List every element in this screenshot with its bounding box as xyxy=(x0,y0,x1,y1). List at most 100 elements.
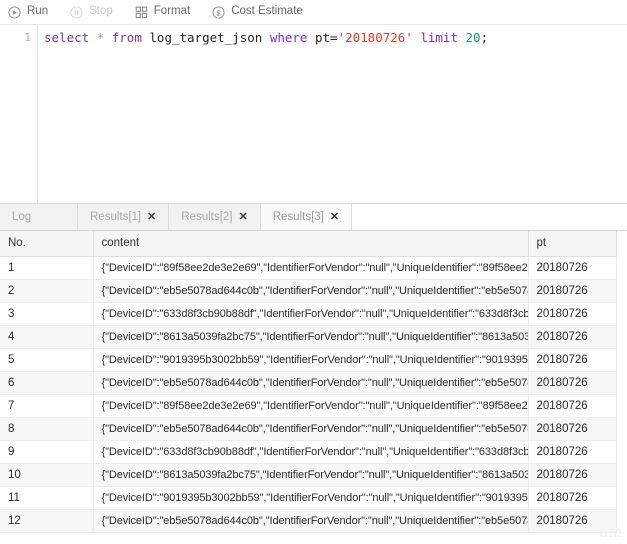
sql-token-punct: ; xyxy=(480,30,489,45)
editor-toolbar: Run Stop Format $ Cost Estimate xyxy=(0,0,627,25)
format-button-label: Format xyxy=(153,5,191,18)
cell-content: {"DeviceID":"8613a5039fa2bc75","Identifi… xyxy=(93,325,529,349)
cell-pt: 20180726 xyxy=(528,256,617,280)
table-row[interactable]: 9 {"DeviceID":"633d8f3cb90b88df","Identif… xyxy=(0,440,617,464)
table-row[interactable]: 7 {"DeviceID":"89f58ee2de3e2e69","Identif… xyxy=(0,394,617,418)
cell-content: {"DeviceID":"9019395b3002bb59","Identifi… xyxy=(93,486,529,510)
column-header-pt[interactable]: pt xyxy=(528,231,617,257)
table-row[interactable]: 4 {"DeviceID":"8613a5039fa2bc75","Identif… xyxy=(0,325,617,349)
table-row[interactable]: 6 {"DeviceID":"eb5e5078ad644c0b","Identif… xyxy=(0,371,617,395)
cell-pt: 20180726 xyxy=(528,509,617,533)
cell-pt: 20180726 xyxy=(528,486,617,510)
svg-text:$: $ xyxy=(217,8,221,17)
cell-pt: 20180726 xyxy=(528,302,617,326)
cell-no: 5 xyxy=(0,348,94,372)
cell-content: {"DeviceID":"89f58ee2de3e2e69","Identifi… xyxy=(93,394,529,418)
tab-label: Results[3] xyxy=(272,211,324,223)
table-row[interactable]: 8 {"DeviceID":"eb5e5078ad644c0b","Identif… xyxy=(0,417,617,441)
results-table-body: 1 {"DeviceID":"89f58ee2de3e2e69","Identif… xyxy=(0,256,617,533)
dollar-circle-icon: $ xyxy=(212,5,225,19)
cell-pt: 20180726 xyxy=(528,371,617,395)
cell-pt: 20180726 xyxy=(528,279,617,303)
table-row[interactable]: 3 {"DeviceID":"633d8f3cb90b88df","Identif… xyxy=(0,302,617,326)
play-circle-icon xyxy=(8,5,21,19)
tab-results2[interactable]: Results[2] ✕ xyxy=(169,204,261,230)
results-panel[interactable]: No. content pt 1 {"DeviceID":"89f58ee2de3… xyxy=(0,231,627,544)
sql-token-plain xyxy=(262,30,270,45)
stop-button[interactable]: Stop xyxy=(70,6,113,19)
line-number: 1 xyxy=(24,31,31,44)
pause-circle-icon xyxy=(70,5,83,19)
sql-token-keyword: limit xyxy=(420,30,458,45)
sql-console-window: Run Stop Format $ Cost Estimate 1 select… xyxy=(0,0,627,544)
sql-token-string: '20180726' xyxy=(337,30,413,45)
cell-no: 11 xyxy=(0,486,94,510)
cell-pt: 20180726 xyxy=(528,463,617,487)
table-row[interactable]: 5 {"DeviceID":"9019395b3002bb59","Identif… xyxy=(0,348,617,372)
results-tabbar: Log Results[1] ✕ Results[2] ✕ Results[3] ✕ xyxy=(0,203,627,231)
sql-editor[interactable]: 1 select * from log_target_json where pt… xyxy=(0,25,627,203)
tab-label: Results[2] xyxy=(181,211,233,223)
cell-no: 10 xyxy=(0,463,94,487)
cell-pt: 20180726 xyxy=(528,417,617,441)
cost-estimate-button[interactable]: $ Cost Estimate xyxy=(212,6,303,19)
tab-close-icon[interactable]: ✕ xyxy=(239,211,248,223)
cell-no: 7 xyxy=(0,394,94,418)
sql-token-plain xyxy=(104,30,112,45)
cell-content: {"DeviceID":"633d8f3cb90b88df","Identifi… xyxy=(93,440,529,464)
cell-no: 8 xyxy=(0,417,94,441)
table-row[interactable]: 1 {"DeviceID":"89f58ee2de3e2e69","Identif… xyxy=(0,256,617,280)
stop-button-label: Stop xyxy=(89,5,113,18)
cost-estimate-button-label: Cost Estimate xyxy=(231,5,303,18)
sql-token-keyword: from xyxy=(111,30,142,45)
sql-token-keyword: select xyxy=(44,30,90,45)
run-button-label: Run xyxy=(27,5,49,18)
editor-code-area[interactable]: select * from log_target_json where pt='… xyxy=(38,25,627,203)
table-row[interactable]: 12 {"DeviceID":"eb5e5078ad644c0b","Identi… xyxy=(0,509,617,533)
cell-no: 4 xyxy=(0,325,94,349)
tab-results3[interactable]: Results[3] ✕ xyxy=(260,204,353,230)
cell-content: {"DeviceID":"eb5e5078ad644c0b","Identifi… xyxy=(93,417,529,441)
tab-label: Results[1] xyxy=(90,211,142,223)
column-header-no[interactable]: No. xyxy=(0,231,94,257)
tab-close-icon[interactable]: ✕ xyxy=(147,211,156,223)
tabbar-filler xyxy=(352,204,627,230)
column-header-content[interactable]: content xyxy=(93,231,529,257)
table-row[interactable]: 2 {"DeviceID":"eb5e5078ad644c0b","Identif… xyxy=(0,279,617,303)
table-row[interactable]: 10 {"DeviceID":"8613a5039fa2bc75","Identi… xyxy=(0,463,617,487)
tab-label: Log xyxy=(12,211,32,223)
run-button[interactable]: Run xyxy=(8,6,48,19)
sql-token-plain xyxy=(307,30,315,45)
table-row[interactable]: 11 {"DeviceID":"9019395b3002bb59","Identi… xyxy=(0,486,617,510)
sql-token-plain xyxy=(89,30,97,45)
cell-content: {"DeviceID":"89f58ee2de3e2e69","Identifi… xyxy=(93,256,529,280)
results-table: No. content pt 1 {"DeviceID":"89f58ee2de3… xyxy=(0,231,617,533)
sql-token-plain: pt= xyxy=(314,30,338,45)
cell-no: 12 xyxy=(0,509,94,533)
cell-content: {"DeviceID":"9019395b3002bb59","Identifi… xyxy=(93,348,529,372)
sql-token-plain: log_target_json xyxy=(149,30,263,45)
table-header-row: No. content pt xyxy=(0,231,617,257)
cell-pt: 20180726 xyxy=(528,348,617,372)
sql-token-keyword: where xyxy=(269,30,308,45)
format-button[interactable]: Format xyxy=(135,6,190,19)
cell-no: 6 xyxy=(0,371,94,395)
sql-query-line[interactable]: select * from log_target_json where pt='… xyxy=(44,30,627,46)
cell-content: {"DeviceID":"eb5e5078ad644c0b","Identifi… xyxy=(93,509,529,533)
grid-squares-icon xyxy=(135,6,148,19)
cell-pt: 20180726 xyxy=(528,394,617,418)
cell-content: {"DeviceID":"eb5e5078ad644c0b","Identifi… xyxy=(93,279,529,303)
tab-results1[interactable]: Results[1] ✕ xyxy=(78,204,170,230)
cell-no: 3 xyxy=(0,302,94,326)
cell-content: {"DeviceID":"8613a5039fa2bc75","Identifi… xyxy=(93,463,529,487)
editor-line-number-gutter: 1 xyxy=(0,25,38,203)
cell-pt: 20180726 xyxy=(528,325,617,349)
cell-no: 1 xyxy=(0,256,94,280)
cell-content: {"DeviceID":"eb5e5078ad644c0b","Identifi… xyxy=(93,371,529,395)
results-table-head: No. content pt xyxy=(0,231,617,257)
tab-log[interactable]: Log xyxy=(0,204,78,230)
tab-close-icon[interactable]: ✕ xyxy=(330,211,339,223)
sql-token-number: 20 xyxy=(465,30,481,45)
cell-pt: 20180726 xyxy=(528,440,617,464)
sql-token-plain xyxy=(458,30,466,45)
